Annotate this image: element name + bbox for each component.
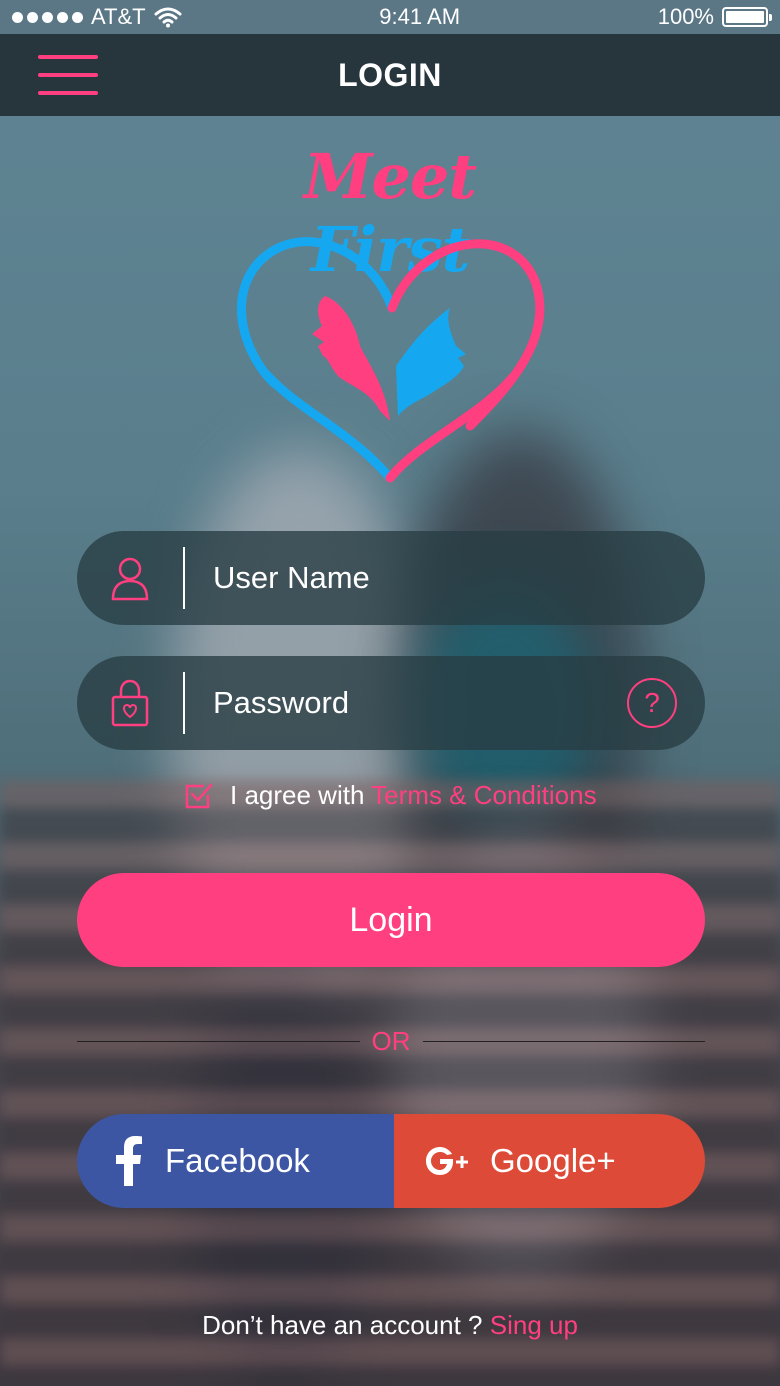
- username-field[interactable]: [77, 531, 705, 625]
- carrier-label: AT&T: [91, 4, 146, 29]
- signup-prompt: Don’t have an account ? Sing up: [0, 1310, 780, 1341]
- facebook-button[interactable]: Facebook: [77, 1114, 394, 1208]
- nav-bar: LOGIN: [0, 34, 780, 116]
- social-login: Facebook Google+: [77, 1114, 705, 1208]
- divider-line: [77, 1040, 360, 1042]
- battery-icon: [722, 7, 772, 27]
- terms-agreement: I agree with Terms & Conditions: [184, 780, 597, 811]
- logo-word-meet: Meet: [303, 140, 477, 213]
- facebook-label: Facebook: [165, 1142, 310, 1179]
- username-input[interactable]: [213, 560, 613, 596]
- password-input[interactable]: [213, 685, 613, 721]
- google-plus-icon: [426, 1147, 468, 1175]
- terms-link[interactable]: Terms & Conditions: [371, 780, 596, 810]
- or-divider: OR: [77, 1025, 705, 1057]
- google-plus-label: Google+: [490, 1142, 616, 1179]
- menu-icon[interactable]: [38, 55, 98, 95]
- facebook-icon: [116, 1136, 142, 1186]
- heart-couple-icon: [236, 237, 545, 483]
- divider-line: [422, 1040, 705, 1042]
- help-icon[interactable]: ?: [627, 678, 677, 728]
- signup-link[interactable]: Sing up: [490, 1310, 578, 1340]
- signup-text: Don’t have an account ?: [202, 1310, 483, 1340]
- lock-icon: [111, 679, 149, 727]
- login-button[interactable]: Login: [77, 873, 705, 967]
- app-logo: Meet First: [220, 140, 560, 490]
- agree-label: I agree with: [230, 780, 365, 810]
- page-title: LOGIN: [338, 56, 442, 93]
- google-plus-button[interactable]: Google+: [394, 1114, 705, 1208]
- clock: 9:41 AM: [379, 4, 461, 29]
- battery-percent: 100%: [657, 4, 714, 29]
- signal-icon: [12, 11, 83, 23]
- user-icon: [111, 557, 149, 601]
- field-divider: [183, 547, 185, 609]
- or-label: OR: [371, 1025, 411, 1056]
- field-divider: [183, 672, 185, 734]
- checkbox-icon[interactable]: [184, 781, 214, 811]
- status-bar: AT&T 9:41 AM 100%: [0, 0, 780, 34]
- wifi-icon: [154, 7, 182, 28]
- password-field[interactable]: ?: [77, 656, 705, 750]
